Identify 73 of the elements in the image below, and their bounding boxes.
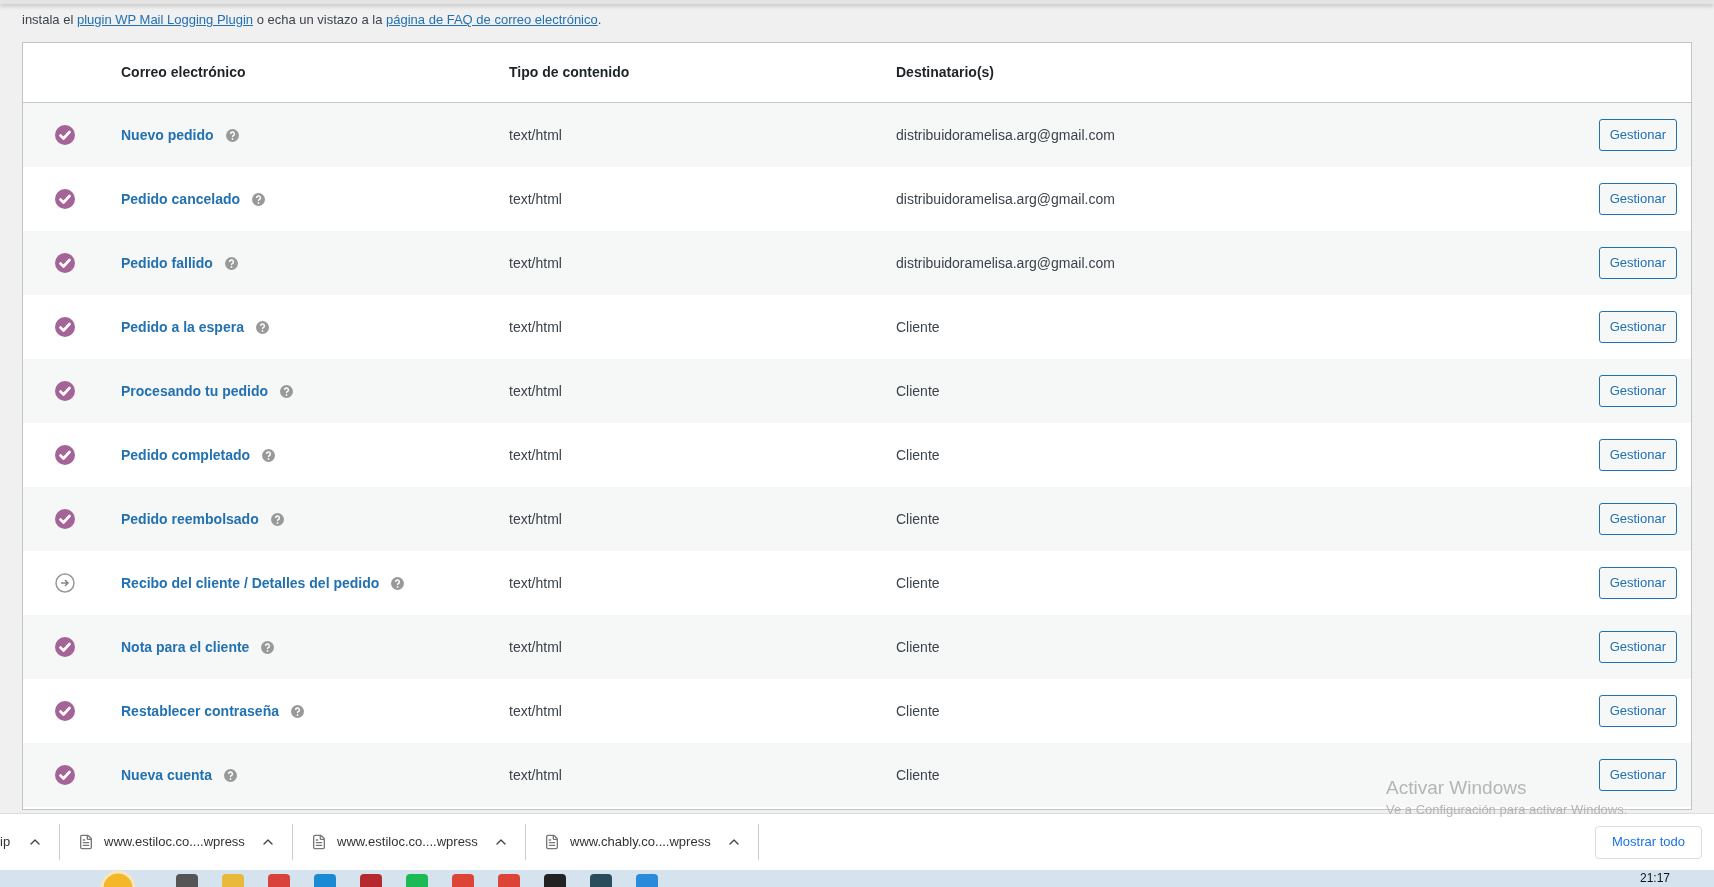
email-link[interactable]: Pedido cancelado <box>121 188 241 210</box>
table-cell-text: text/html <box>509 765 563 785</box>
download-item[interactable]: ip <box>0 832 27 852</box>
table-cell-text: text/html <box>509 445 563 465</box>
table-cell-text: Cliente <box>896 573 941 593</box>
help-icon[interactable] <box>224 768 238 782</box>
help-icon[interactable] <box>262 448 276 462</box>
column-header: Correo electrónico <box>121 63 247 82</box>
help-icon[interactable] <box>261 640 275 654</box>
table-cell-text: distribuidoramelisa.arg@gmail.com <box>896 125 1116 145</box>
activation-title: Activar Windows <box>1386 776 1528 800</box>
help-icon[interactable] <box>255 320 269 334</box>
email-link[interactable]: Recibo del cliente / Detalles del pedido <box>121 572 380 594</box>
email-link[interactable]: Procesando tu pedido <box>121 380 268 402</box>
table-cell-text: text/html <box>509 189 563 209</box>
manage-button[interactable]: Gestionar <box>1598 631 1677 663</box>
file-icon <box>311 834 327 850</box>
activation-subtitle: Ve a Configuración para activar Windows. <box>1386 801 1628 819</box>
manage-button[interactable]: Gestionar <box>1598 183 1677 215</box>
table-cell-text: text/html <box>509 125 563 145</box>
email-link[interactable]: Pedido a la espera <box>121 316 244 338</box>
help-icon[interactable] <box>280 384 293 398</box>
table-cell-text: text/html <box>509 573 563 593</box>
table-cell-text: distribuidoramelisa.arg@gmail.com <box>896 189 1116 209</box>
help-icon[interactable] <box>252 192 266 206</box>
table-cell-text: Cliente <box>896 445 941 465</box>
file-icon <box>78 834 94 850</box>
table-cell-text: text/html <box>509 317 563 337</box>
table-cell-text: text/html <box>509 701 563 721</box>
file-icon <box>544 834 560 850</box>
table-cell-text: text/html <box>509 637 563 657</box>
notice-link[interactable]: página de FAQ de correo electrónico <box>386 12 598 27</box>
show-all-button[interactable]: Mostrar todo <box>1595 825 1702 859</box>
manage-button[interactable]: Gestionar <box>1598 375 1677 407</box>
help-icon[interactable] <box>391 576 405 590</box>
help-icon[interactable] <box>290 704 304 718</box>
table-cell-text: Cliente <box>896 509 941 529</box>
email-link[interactable]: Pedido completado <box>121 444 251 466</box>
manage-button[interactable]: Gestionar <box>1598 311 1677 343</box>
table-cell-text: Cliente <box>896 701 941 721</box>
email-link[interactable]: Pedido fallido <box>121 252 213 274</box>
notice-text: instala el plugin WP Mail Logging Plugin o echa un vistazo a la página de FAQ de correo electrónico. <box>22 11 603 29</box>
help-icon[interactable] <box>224 256 238 270</box>
download-item[interactable]: www.chably.co....wpress <box>570 832 726 852</box>
table-cell-text: distribuidoramelisa.arg@gmail.com <box>896 253 1116 273</box>
help-icon[interactable] <box>270 512 284 526</box>
table-cell-text: text/html <box>509 381 563 401</box>
help-icon[interactable] <box>225 128 239 142</box>
table-cell-text: Cliente <box>896 381 941 401</box>
email-link[interactable]: Nueva cuenta <box>121 764 213 786</box>
clock: 21:17 <box>1639 870 1670 887</box>
sun-icon <box>100 870 136 887</box>
table-cell-text: text/html <box>509 253 563 273</box>
email-link[interactable]: Nota para el cliente <box>121 636 250 658</box>
table-cell-text: text/html <box>509 509 563 529</box>
notice-link[interactable]: plugin WP Mail Logging Plugin <box>76 12 253 27</box>
manage-button[interactable]: Gestionar <box>1598 119 1677 151</box>
download-item[interactable]: www.estiloc.co....wpress <box>337 832 493 852</box>
table-cell-text: Cliente <box>896 317 941 337</box>
manage-button[interactable]: Gestionar <box>1598 567 1677 599</box>
manage-button[interactable]: Gestionar <box>1598 439 1677 471</box>
manage-button[interactable]: Gestionar <box>1598 759 1677 791</box>
table-cell-text: Cliente <box>896 637 941 657</box>
table-cell-text: Cliente <box>896 765 941 785</box>
manage-button[interactable]: Gestionar <box>1598 247 1677 279</box>
email-link[interactable]: Restablecer contraseña <box>121 700 279 722</box>
download-item[interactable]: www.estiloc.co....wpress <box>104 832 260 852</box>
email-link[interactable]: Pedido reembolsado <box>121 508 259 530</box>
email-link[interactable]: Nuevo pedido <box>121 124 214 146</box>
column-header: Tipo de contenido <box>509 63 631 82</box>
column-header: Destinatario(s) <box>896 63 995 82</box>
manage-button[interactable]: Gestionar <box>1598 695 1677 727</box>
manage-button[interactable]: Gestionar <box>1598 503 1677 535</box>
